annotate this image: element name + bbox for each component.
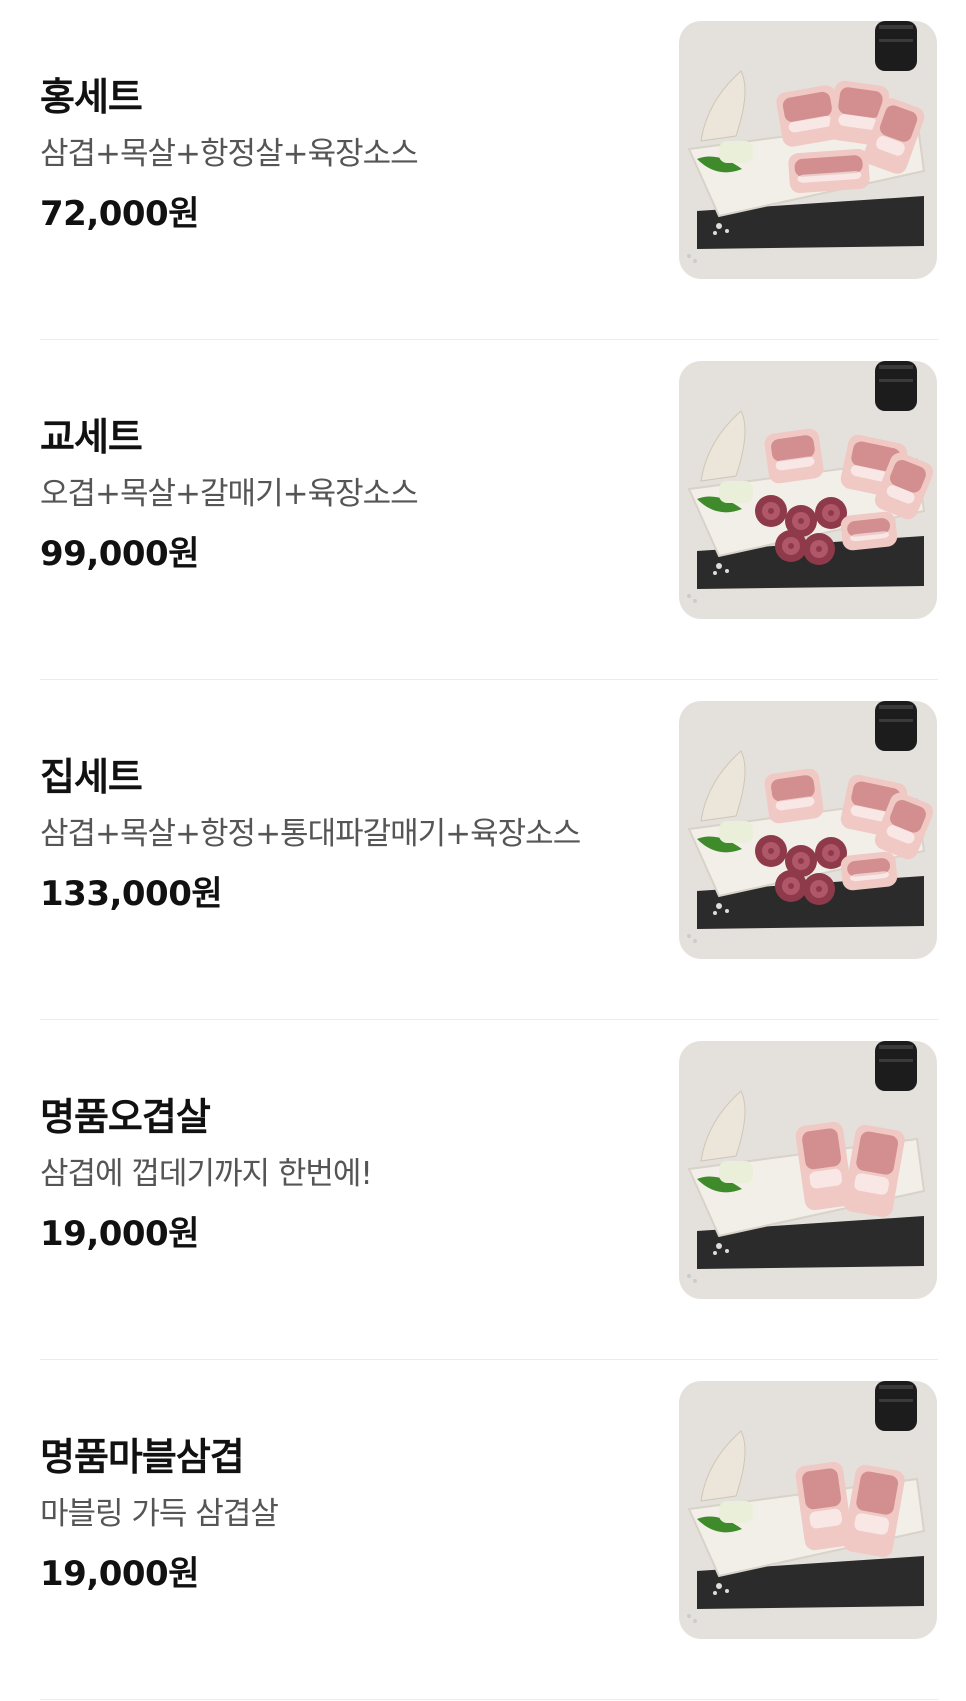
menu-item-price: 99,000원 [40,534,199,574]
menu-item[interactable]: 집세트 삼겹+목살+항정+통대파갈매기+육장소스 133,000원 [0,680,966,1020]
menu-item-description: 삼겹+목살+항정+통대파갈매기+육장소스 [40,816,581,852]
menu-item-description: 마블링 가득 삼겹살 [40,1496,279,1532]
menu-item-description: 오겹+목살+갈매기+육장소스 [40,476,419,512]
divider [40,1699,938,1700]
menu-item-price: 19,000원 [40,1554,199,1594]
menu-item-description: 삼겹+목살+항정살+육장소스 [40,136,419,172]
menu-item-description: 삼겹에 껍데기까지 한번에! [40,1156,373,1192]
menu-item[interactable]: 명품오겹살 삼겹에 껍데기까지 한번에! 19,000원 [0,1020,966,1360]
menu-item-photo[interactable] [679,701,937,959]
menu-item[interactable]: 홍세트 삼겹+목살+항정살+육장소스 72,000원 [0,0,966,340]
menu-item-photo[interactable] [679,1041,937,1299]
menu-item-name: 집세트 [40,755,143,799]
menu-item-name: 홍세트 [40,75,143,119]
menu-item-photo[interactable] [679,361,937,619]
menu-item-price: 133,000원 [40,874,223,914]
menu-item-name: 명품오겹살 [40,1095,211,1139]
menu-item-price: 19,000원 [40,1214,199,1254]
menu-item-photo[interactable] [679,1381,937,1639]
menu-item[interactable]: 교세트 오겹+목살+갈매기+육장소스 99,000원 [0,340,966,680]
menu-item-photo[interactable] [679,21,937,279]
menu-item-price: 72,000원 [40,194,199,234]
menu-item[interactable]: 명품마블삼겹 마블링 가득 삼겹살 19,000원 [0,1360,966,1700]
menu-item-name: 교세트 [40,415,143,459]
menu-list: 홍세트 삼겹+목살+항정살+육장소스 72,000원 교세트 오겹+목살+갈매기… [0,0,966,1700]
menu-item-name: 명품마블삼겹 [40,1435,245,1479]
